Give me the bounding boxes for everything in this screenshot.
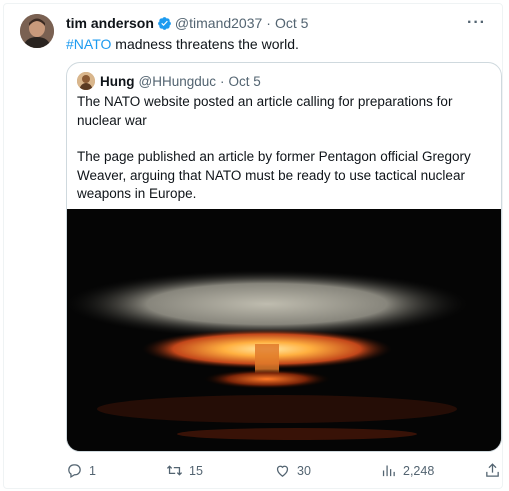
tweet-header: tim anderson @timand2037 · Oct 5 <box>66 14 308 32</box>
more-options-icon[interactable]: ··· <box>467 14 486 32</box>
tweet-text: #NATO madness threatens the world. <box>66 35 299 53</box>
heart-icon <box>276 465 289 477</box>
mushroom-cloud-image <box>67 209 501 451</box>
author-handle[interactable]: @timand2037 <box>175 15 262 31</box>
quoted-tweet-date: Oct 5 <box>228 73 261 89</box>
retweet-icon <box>166 465 183 476</box>
tweet-text-body: madness threatens the world. <box>111 36 299 52</box>
quoted-header-separator: · <box>220 73 225 89</box>
hashtag-link[interactable]: #NATO <box>66 36 111 52</box>
share-icon <box>486 463 499 477</box>
quoted-media-image[interactable] <box>67 209 501 451</box>
reply-icon <box>68 464 81 479</box>
avatar[interactable] <box>20 14 54 48</box>
views-count: 2,248 <box>403 463 435 478</box>
tweet-date[interactable]: Oct 5 <box>275 15 308 31</box>
views-button[interactable]: 2,248 <box>380 462 434 479</box>
retweet-button[interactable]: 15 <box>166 462 203 479</box>
action-bar: 1 15 30 2,248 <box>66 462 506 482</box>
retweet-count: 15 <box>189 463 203 478</box>
quoted-tweet-header: Hung @HHungduc · Oct 5 <box>77 72 261 90</box>
author-name[interactable]: tim anderson <box>66 15 154 31</box>
share-button[interactable] <box>484 462 501 479</box>
quoted-author-name: Hung <box>100 73 135 89</box>
quoted-paragraph-2: The page published an article by former … <box>77 149 471 201</box>
avatar-image <box>20 14 54 48</box>
quoted-tweet-text: The NATO website posted an article calli… <box>77 93 487 204</box>
quoted-author-handle: @HHungduc <box>138 73 217 89</box>
like-count: 30 <box>297 463 311 478</box>
quoted-avatar-image <box>77 72 95 90</box>
reply-button[interactable]: 1 <box>66 462 96 479</box>
views-icon <box>382 465 395 477</box>
reply-count: 1 <box>89 463 96 478</box>
like-button[interactable]: 30 <box>274 462 311 479</box>
quoted-avatar <box>77 72 95 90</box>
quoted-tweet[interactable]: Hung @HHungduc · Oct 5 The NATO website … <box>66 62 502 452</box>
quoted-paragraph-1: The NATO website posted an article calli… <box>77 94 453 128</box>
header-separator: · <box>266 15 271 31</box>
tweet-card[interactable]: tim anderson @timand2037 · Oct 5 ··· #NA… <box>3 3 503 489</box>
verified-badge-icon <box>157 16 171 30</box>
